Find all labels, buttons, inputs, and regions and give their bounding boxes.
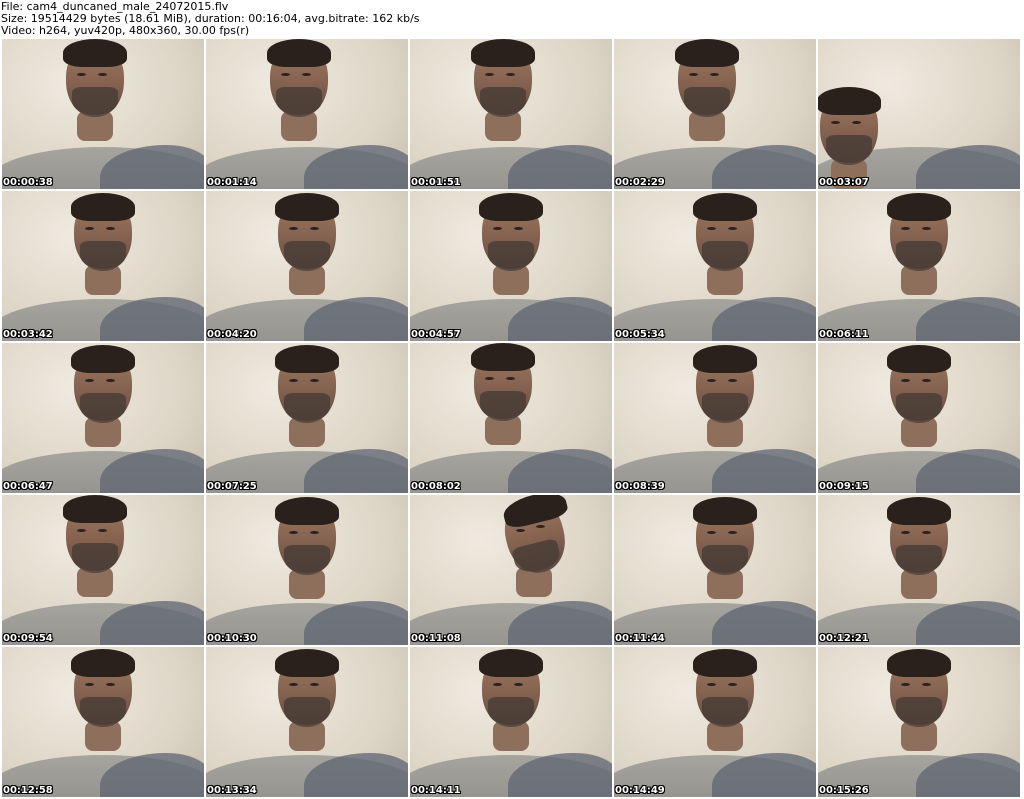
frame-thumbnail: 00:08:02 xyxy=(410,343,612,493)
frame-thumbnail: 00:02:29 xyxy=(614,39,816,189)
frame-timestamp: 00:11:08 xyxy=(411,633,461,644)
frame-timestamp: 00:12:21 xyxy=(819,633,869,644)
frame-thumbnail: 00:11:44 xyxy=(614,495,816,645)
frame-timestamp: 00:10:30 xyxy=(207,633,257,644)
frame-timestamp: 00:15:26 xyxy=(819,785,869,796)
frame-thumbnail: 00:09:15 xyxy=(818,343,1020,493)
frame-timestamp: 00:08:02 xyxy=(411,481,461,492)
frame-timestamp: 00:09:15 xyxy=(819,481,869,492)
frame-timestamp: 00:06:47 xyxy=(3,481,53,492)
frame-timestamp: 00:11:44 xyxy=(615,633,665,644)
frame-thumbnail: 00:14:11 xyxy=(410,647,612,797)
frame-timestamp: 00:00:38 xyxy=(3,177,53,188)
frame-thumbnail: 00:01:14 xyxy=(206,39,408,189)
frame-thumbnail: 00:15:26 xyxy=(818,647,1020,797)
frame-thumbnail: 00:04:20 xyxy=(206,191,408,341)
frame-thumbnail: 00:08:39 xyxy=(614,343,816,493)
frame-thumbnail: 00:14:49 xyxy=(614,647,816,797)
frame-thumbnail: 00:10:30 xyxy=(206,495,408,645)
frame-timestamp: 00:01:14 xyxy=(207,177,257,188)
frame-timestamp: 00:03:42 xyxy=(3,329,53,340)
frame-thumbnail: 00:01:51 xyxy=(410,39,612,189)
frame-timestamp: 00:01:51 xyxy=(411,177,461,188)
frame-thumbnail: 00:00:38 xyxy=(2,39,204,189)
frame-timestamp: 00:07:25 xyxy=(207,481,257,492)
frame-thumbnail: 00:03:07 xyxy=(818,39,1020,189)
video-info-line: Video: h264, yuv420p, 480x360, 30.00 fps… xyxy=(1,24,250,37)
frame-timestamp: 00:09:54 xyxy=(3,633,53,644)
frame-thumbnail: 00:07:25 xyxy=(206,343,408,493)
frame-thumbnail: 00:03:42 xyxy=(2,191,204,341)
thumbnail-grid: 00:00:38 00:01:14 00:01:51 00:02:29 00:0… xyxy=(2,39,1022,798)
frame-thumbnail: 00:06:47 xyxy=(2,343,204,493)
frame-timestamp: 00:05:34 xyxy=(615,329,665,340)
frame-timestamp: 00:08:39 xyxy=(615,481,665,492)
frame-timestamp: 00:12:58 xyxy=(3,785,53,796)
frame-thumbnail: 00:12:58 xyxy=(2,647,204,797)
frame-timestamp: 00:04:57 xyxy=(411,329,461,340)
frame-timestamp: 00:02:29 xyxy=(615,177,665,188)
frame-thumbnail: 00:06:11 xyxy=(818,191,1020,341)
frame-timestamp: 00:03:07 xyxy=(819,177,869,188)
frame-thumbnail: 00:13:34 xyxy=(206,647,408,797)
frame-thumbnail: 00:09:54 xyxy=(2,495,204,645)
frame-thumbnail: 00:12:21 xyxy=(818,495,1020,645)
frame-timestamp: 00:04:20 xyxy=(207,329,257,340)
frame-thumbnail: 00:05:34 xyxy=(614,191,816,341)
file-info-header: File: cam4_duncaned_male_24072015.flv Si… xyxy=(0,0,1024,38)
frame-timestamp: 00:14:49 xyxy=(615,785,665,796)
frame-thumbnail: 00:04:57 xyxy=(410,191,612,341)
frame-thumbnail: 00:11:08 xyxy=(410,495,612,645)
frame-timestamp: 00:06:11 xyxy=(819,329,869,340)
frame-timestamp: 00:13:34 xyxy=(207,785,257,796)
frame-timestamp: 00:14:11 xyxy=(411,785,461,796)
